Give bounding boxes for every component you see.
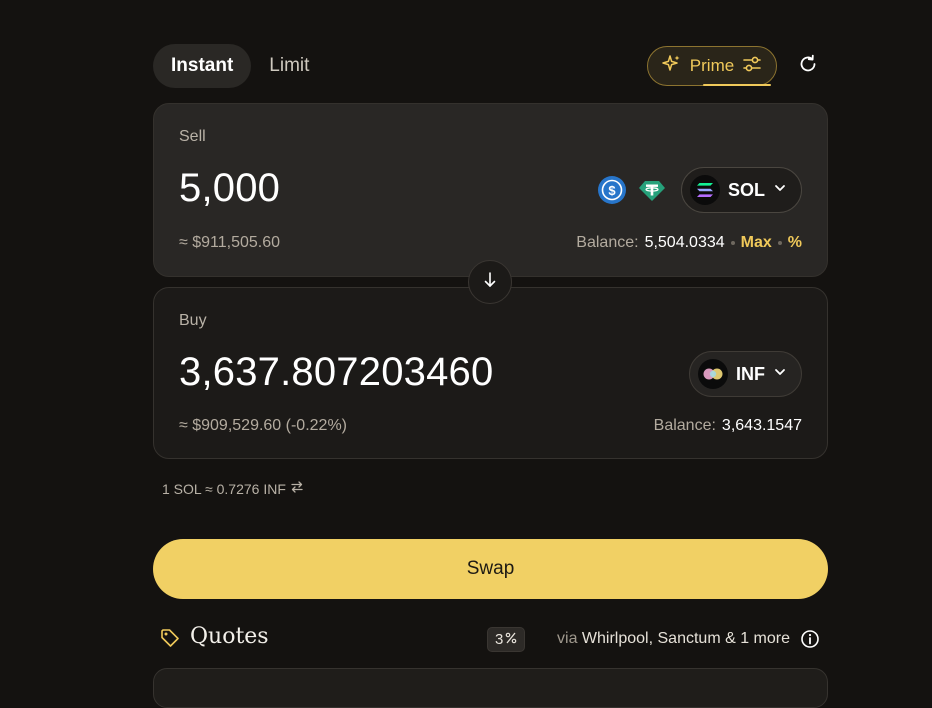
mode-tabs: Instant Limit (153, 44, 327, 88)
refresh-button[interactable] (795, 53, 821, 79)
sell-card: Sell 5,000 $ SOL ≈ $911,505.60 Balance: … (153, 103, 828, 277)
tag-icon (160, 628, 180, 653)
quotes-header: Quotes 3 via Whirlpool, Sanctum & 1 more (160, 622, 828, 656)
separator-dot (777, 241, 782, 245)
quick-token-icons: $ (597, 175, 667, 205)
buy-label: Buy (179, 312, 207, 329)
prime-label: Prime (689, 56, 735, 75)
rate-text: 1 SOL ≈ 0.7276 INF (162, 480, 286, 497)
info-icon[interactable] (800, 629, 820, 649)
buy-token-selector[interactable]: INF (689, 351, 802, 397)
sell-balance: Balance: 5,504.0334 Max % (576, 234, 802, 252)
sell-usd-value: ≈ $911,505.60 (179, 234, 281, 251)
sell-label: Sell (179, 128, 206, 145)
via-label: via (557, 630, 578, 647)
chevron-down-icon (773, 365, 787, 384)
sol-icon (689, 175, 720, 205)
balance-label: Balance: (653, 417, 716, 434)
sparkle-icon (662, 54, 682, 79)
balance-label: Balance: (576, 234, 639, 251)
buy-token-symbol: INF (736, 363, 765, 384)
sell-amount-input[interactable]: 5,000 (179, 166, 280, 211)
usdc-icon[interactable]: $ (597, 175, 627, 205)
balance-value: 3,643.1547 (721, 417, 802, 434)
swap-panel: Instant Limit Prime Sell 5,000 $ SOL ≈ $… (153, 0, 828, 708)
exchange-rate[interactable]: 1 SOL ≈ 0.7276 INF (162, 480, 304, 497)
buy-card: Buy 3,637.807203460 INF ≈ $909,529.60 (-… (153, 287, 828, 459)
prime-underline (703, 84, 771, 86)
svg-text:$: $ (608, 183, 616, 198)
inf-icon (698, 359, 728, 389)
swap-arrows-icon (290, 480, 304, 497)
route-list[interactable]: Whirlpool, Sanctum & 1 more (582, 630, 790, 647)
sell-token-symbol: SOL (727, 179, 765, 200)
route-summary: via Whirlpool, Sanctum & 1 more (557, 630, 790, 648)
separator-dot (730, 241, 735, 245)
flip-direction-button[interactable] (468, 260, 512, 304)
tab-instant[interactable]: Instant (153, 44, 252, 88)
buy-amount-output: 3,637.807203460 (179, 350, 494, 394)
buy-usd-value: ≈ $909,529.60 (-0.22%) (179, 417, 347, 434)
sell-token-selector[interactable]: SOL (680, 167, 802, 213)
balance-value: 5,504.0334 (644, 234, 725, 251)
usdt-icon[interactable] (637, 175, 667, 205)
slippage-badge[interactable]: 3 (487, 627, 526, 652)
arrow-down-icon (482, 271, 498, 294)
chevron-down-icon (773, 181, 787, 200)
buy-balance: Balance: 3,643.1547 (654, 417, 802, 435)
refresh-icon (797, 53, 819, 80)
tab-limit[interactable]: Limit (251, 44, 327, 88)
quotes-title: Quotes (190, 624, 269, 649)
max-button[interactable]: Max (741, 234, 772, 252)
prime-button[interactable]: Prime (647, 46, 777, 86)
percent-icon (505, 631, 517, 648)
percent-button[interactable]: % (788, 234, 802, 252)
sliders-icon (742, 55, 762, 78)
swap-button[interactable]: Swap (153, 539, 828, 599)
slippage-value: 3 (495, 631, 504, 648)
quote-card[interactable] (153, 668, 828, 708)
